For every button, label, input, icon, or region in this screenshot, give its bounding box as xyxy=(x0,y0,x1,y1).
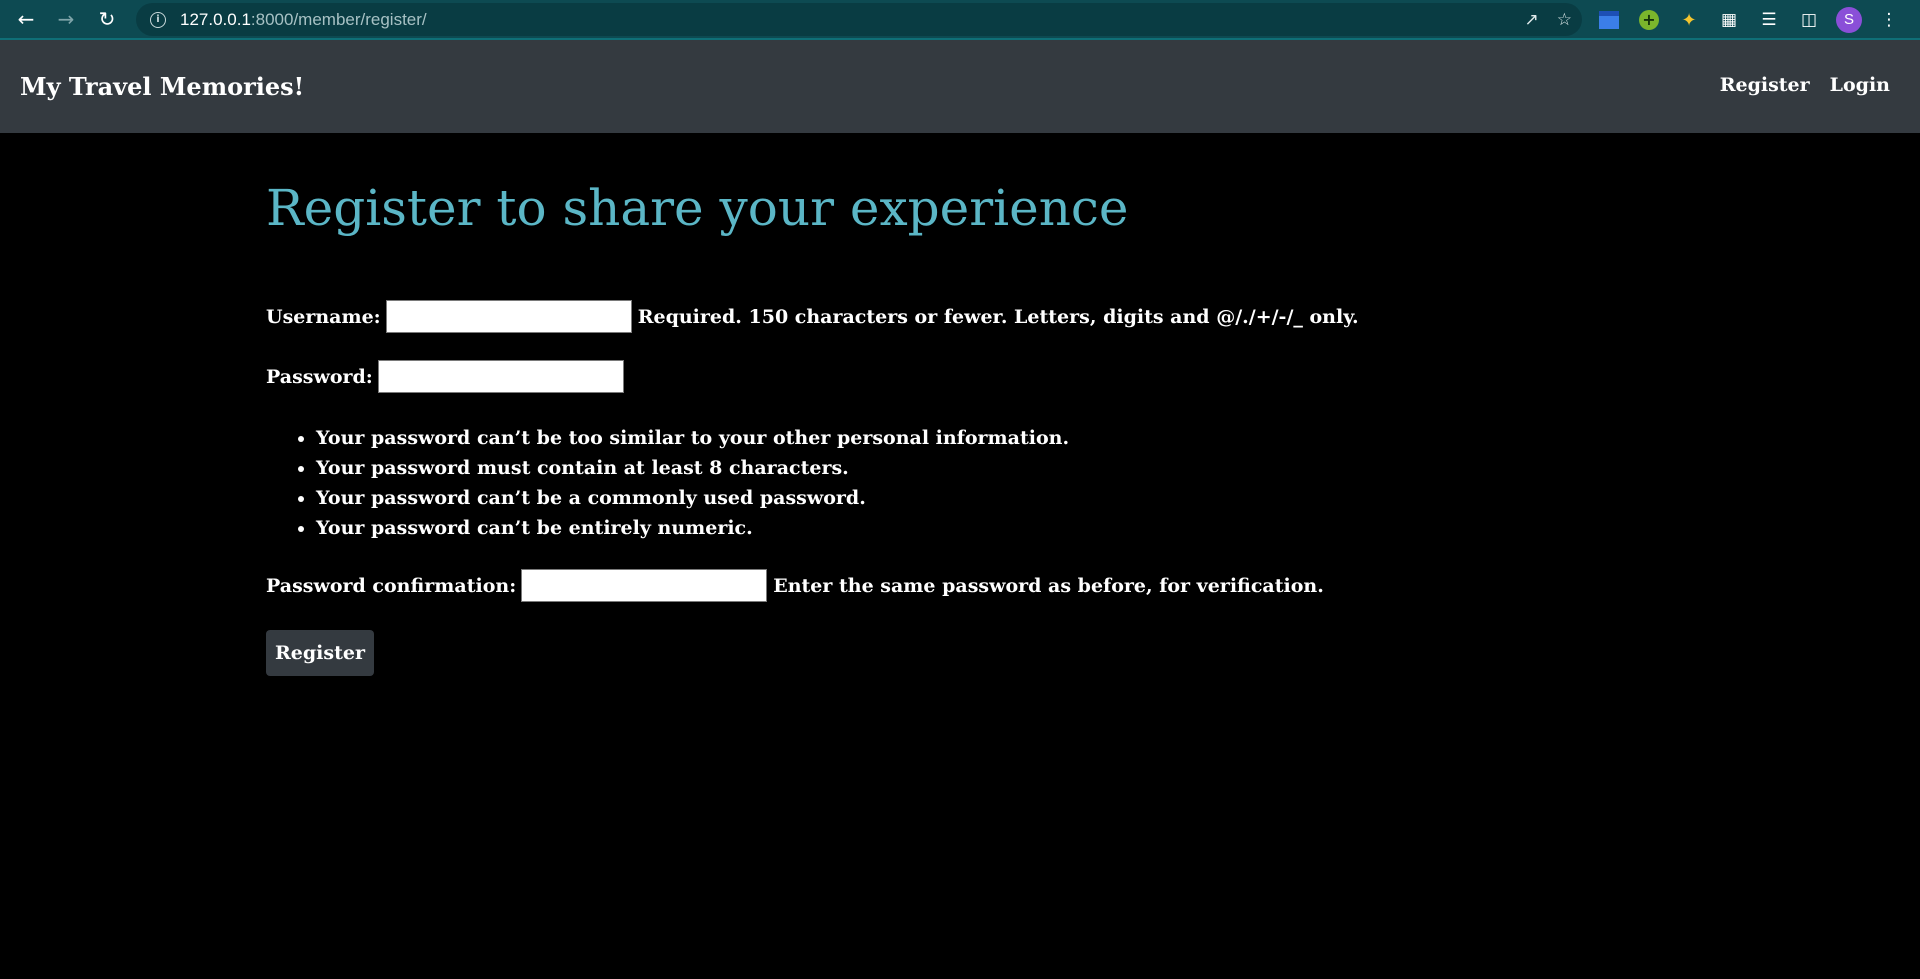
page-title: Register to share your experience xyxy=(266,179,1129,237)
main-content: Register to share your experience Userna… xyxy=(266,133,1666,676)
password-rule-item: Your password can’t be too similar to yo… xyxy=(316,423,1666,453)
brand-logo-text[interactable]: My Travel Memories! xyxy=(20,72,304,101)
nav-link-login[interactable]: Login xyxy=(1830,74,1890,96)
username-row: Username: Required. 150 characters or fe… xyxy=(266,300,1666,333)
username-input[interactable] xyxy=(385,300,632,333)
side-panel-icon[interactable]: ◫ xyxy=(1796,7,1822,33)
password-label: Password: xyxy=(266,365,373,388)
password-confirmation-row: Password confirmation: Enter the same pa… xyxy=(266,569,1666,602)
password-row: Password: xyxy=(266,360,1666,393)
address-bar[interactable]: i 127.0.0.1:8000/member/register/ ↗ ☆ xyxy=(136,3,1582,36)
rocket-extension-icon[interactable]: ✦ xyxy=(1676,7,1702,33)
kebab-menu-icon[interactable]: ⋮ xyxy=(1876,7,1902,33)
register-submit-button[interactable]: Register xyxy=(266,630,374,676)
nav-links: Register Login xyxy=(1720,74,1890,96)
password-rule-item: Your password must contain at least 8 ch… xyxy=(316,453,1666,483)
url-host: 127.0.0.1 xyxy=(180,9,251,29)
password-rules-list: Your password can’t be too similar to yo… xyxy=(266,423,1666,543)
password-confirmation-help-text: Enter the same password as before, for v… xyxy=(773,574,1324,597)
browser-toolbar: ← → ↻ i 127.0.0.1:8000/member/register/ … xyxy=(0,0,1920,40)
reading-list-icon[interactable]: ☰ xyxy=(1756,7,1782,33)
green-plus-extension-icon[interactable]: + xyxy=(1636,7,1662,33)
url-text[interactable]: 127.0.0.1:8000/member/register/ xyxy=(180,10,427,30)
calendar-extension-icon[interactable] xyxy=(1596,7,1622,33)
password-confirmation-label: Password confirmation: xyxy=(266,574,517,597)
url-path: :8000/member/register/ xyxy=(250,9,427,29)
password-confirmation-input[interactable] xyxy=(521,569,768,602)
username-help-text: Required. 150 characters or fewer. Lette… xyxy=(637,305,1359,328)
profile-avatar[interactable]: S xyxy=(1836,7,1862,33)
nav-link-register[interactable]: Register xyxy=(1720,74,1810,96)
bookmark-star-icon[interactable]: ☆ xyxy=(1557,10,1572,30)
username-label: Username: xyxy=(266,305,381,328)
password-rule-item: Your password can’t be entirely numeric. xyxy=(316,513,1666,543)
forward-arrow-icon[interactable]: → xyxy=(50,3,82,35)
site-info-icon[interactable]: i xyxy=(150,11,166,28)
share-icon[interactable]: ↗ xyxy=(1525,10,1539,30)
password-input[interactable] xyxy=(377,360,624,393)
password-rule-item: Your password can’t be a commonly used p… xyxy=(316,483,1666,513)
reload-icon[interactable]: ↻ xyxy=(91,3,123,35)
back-arrow-icon[interactable]: ← xyxy=(10,3,42,35)
extensions-puzzle-icon[interactable]: ▦ xyxy=(1716,7,1742,33)
site-navbar: My Travel Memories! Register Login xyxy=(0,40,1920,133)
